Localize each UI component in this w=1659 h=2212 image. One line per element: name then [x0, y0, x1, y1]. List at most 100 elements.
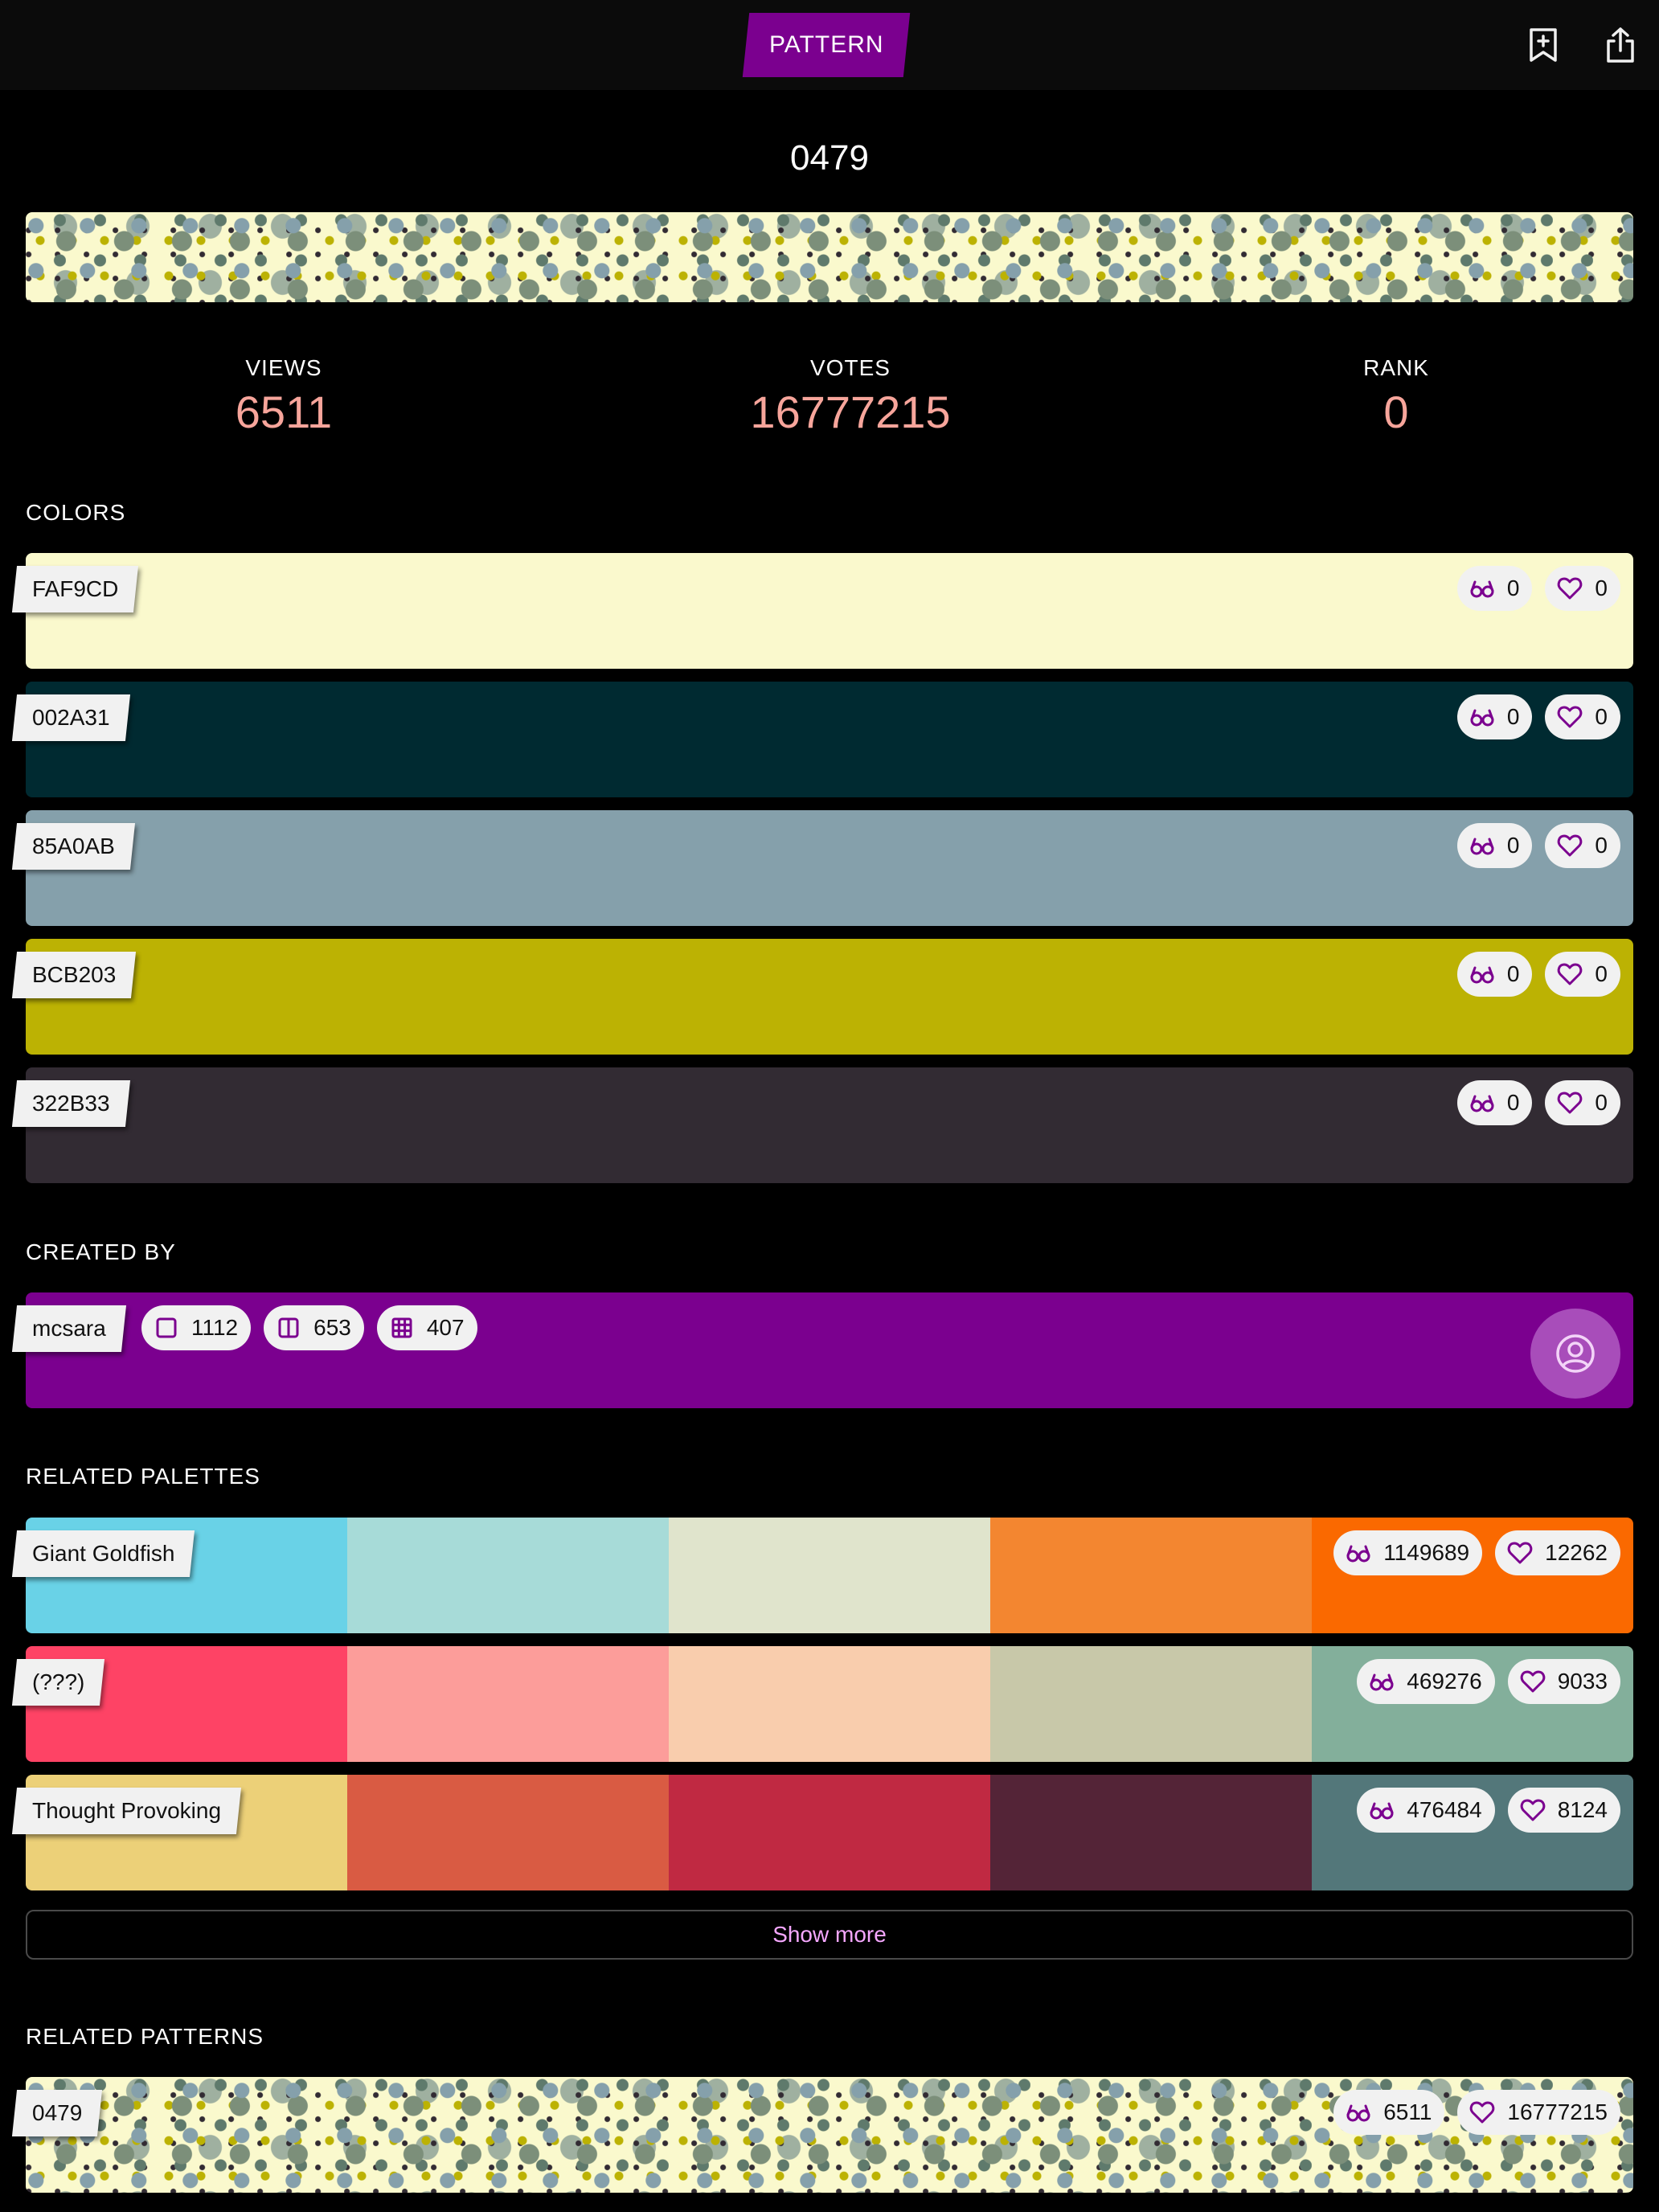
palette-card[interactable]: (???) 469276 9033 — [11, 1646, 1633, 1762]
views-pill: 476484 — [1357, 1788, 1495, 1833]
rank-stat: RANK 0 — [1195, 355, 1597, 438]
likes-count: 0 — [1595, 704, 1608, 729]
likes-pill[interactable]: 8124 — [1507, 1788, 1620, 1833]
show-more-button[interactable]: Show more — [26, 1910, 1633, 1960]
square-icon — [156, 1317, 177, 1338]
stat-value: 0 — [1383, 387, 1409, 437]
likes-count: 0 — [1595, 576, 1608, 600]
likes-pill[interactable]: 0 — [1545, 823, 1620, 868]
palette-name-tag[interactable]: Giant Goldfish — [11, 1530, 195, 1577]
palette-card[interactable]: Thought Provoking 476484 8124 — [11, 1775, 1633, 1890]
views-pill: 469276 — [1357, 1659, 1495, 1704]
views-pill: 0 — [1456, 1080, 1533, 1125]
likes-pill[interactable]: 0 — [1545, 952, 1620, 997]
stat-value: 6511 — [235, 387, 333, 437]
color-card[interactable]: FAF9CD 0 0 — [11, 553, 1633, 669]
likes-count: 0 — [1595, 833, 1608, 858]
palette-color-segment — [347, 1646, 669, 1762]
views-pill: 6511 — [1333, 2090, 1445, 2135]
page-title: 0479 — [790, 138, 869, 178]
glasses-icon — [1370, 1673, 1394, 1691]
color-card[interactable]: BCB203 0 0 — [11, 939, 1633, 1055]
views-count: 6511 — [1383, 2099, 1432, 2124]
columns-icon — [278, 1317, 299, 1338]
color-hex: 002A31 — [32, 705, 110, 730]
views-count: 476484 — [1407, 1797, 1482, 1822]
heart-icon — [1470, 2101, 1495, 2124]
views-stat: VIEWS 6511 — [83, 355, 485, 438]
color-hex-tag[interactable]: BCB203 — [11, 952, 137, 998]
views-pill: 0 — [1456, 823, 1533, 868]
related-pattern-card[interactable]: 0479 6511 16777215 — [11, 2077, 1633, 2193]
views-count: 0 — [1506, 833, 1520, 858]
stat-label: VIEWS — [245, 355, 322, 380]
glasses-icon — [1346, 2104, 1370, 2122]
likes-pill[interactable]: 0 — [1545, 694, 1620, 739]
glasses-icon — [1470, 966, 1494, 984]
creator-name-tag[interactable]: mcsara — [11, 1305, 126, 1352]
heart-icon — [1558, 577, 1583, 600]
palette-color-segment — [347, 1775, 669, 1890]
related-pattern-name: 0479 — [32, 2100, 83, 2125]
views-pill: 0 — [1456, 694, 1533, 739]
glasses-icon — [1470, 1095, 1494, 1112]
palette-color-segment — [347, 1518, 669, 1633]
color-hex-tag[interactable]: 002A31 — [11, 694, 130, 741]
likes-count: 0 — [1595, 1090, 1608, 1115]
palette-card[interactable]: Giant Goldfish 1149689 12262 — [11, 1518, 1633, 1633]
stat-label: RANK — [1363, 355, 1429, 380]
likes-count: 9033 — [1557, 1669, 1608, 1694]
creator-patterns-value: 407 — [426, 1315, 465, 1340]
share-icon[interactable] — [1598, 23, 1643, 68]
colors-section-title: COLORS — [26, 500, 126, 525]
likes-pill[interactable]: 0 — [1545, 566, 1620, 611]
color-card[interactable]: 85A0AB 0 0 — [11, 810, 1633, 926]
pattern-tab[interactable]: PATTERN — [742, 13, 911, 77]
palette-name: Giant Goldfish — [32, 1541, 175, 1566]
top-bar: PATTERN — [0, 0, 1659, 90]
palette-name: (???) — [32, 1669, 85, 1694]
color-card[interactable]: 002A31 0 0 — [11, 682, 1633, 797]
creator-card[interactable]: mcsara 1112 653 407 — [11, 1292, 1633, 1408]
heart-icon — [1558, 706, 1583, 728]
color-hex: 322B33 — [32, 1091, 110, 1116]
bookmark-add-icon[interactable] — [1521, 23, 1566, 68]
heart-icon — [1558, 834, 1583, 857]
color-card[interactable]: 322B33 0 0 — [11, 1067, 1633, 1183]
related-palettes-section-title: RELATED PALETTES — [26, 1464, 260, 1489]
likes-count: 12262 — [1545, 1540, 1608, 1565]
views-count: 469276 — [1407, 1669, 1482, 1694]
votes-stat: VOTES 16777215 — [649, 355, 1051, 438]
likes-count: 0 — [1595, 961, 1608, 986]
palette-color-segment — [669, 1775, 990, 1890]
color-hex-tag[interactable]: FAF9CD — [11, 566, 139, 612]
likes-pill[interactable]: 16777215 — [1457, 2090, 1620, 2135]
palette-color-segment — [990, 1775, 1312, 1890]
color-hex: 85A0AB — [32, 834, 115, 858]
heart-icon — [1507, 1542, 1533, 1564]
palette-name-tag[interactable]: (???) — [11, 1659, 105, 1706]
creator-name: mcsara — [32, 1316, 106, 1341]
likes-pill[interactable]: 12262 — [1495, 1530, 1620, 1575]
heart-icon — [1558, 963, 1583, 985]
creator-palettes-count: 653 — [264, 1305, 364, 1350]
glasses-icon — [1470, 709, 1494, 727]
color-hex: FAF9CD — [32, 576, 119, 601]
likes-pill[interactable]: 9033 — [1507, 1659, 1620, 1704]
related-pattern-name-tag[interactable]: 0479 — [11, 2090, 103, 2136]
grid-icon — [391, 1317, 412, 1338]
views-pill: 1149689 — [1333, 1530, 1483, 1575]
color-hex-tag[interactable]: 85A0AB — [11, 823, 135, 870]
stat-value: 16777215 — [750, 387, 951, 437]
likes-pill[interactable]: 0 — [1545, 1080, 1620, 1125]
pattern-tab-label: PATTERN — [768, 31, 884, 58]
glasses-icon — [1470, 838, 1494, 855]
color-hex: BCB203 — [32, 962, 117, 987]
glasses-icon — [1370, 1802, 1394, 1820]
views-count: 0 — [1506, 961, 1520, 986]
color-hex-tag[interactable]: 322B33 — [11, 1080, 130, 1127]
glasses-icon — [1470, 580, 1494, 598]
palette-name: Thought Provoking — [32, 1798, 222, 1823]
profile-button[interactable] — [1530, 1309, 1620, 1399]
palette-name-tag[interactable]: Thought Provoking — [11, 1788, 242, 1834]
